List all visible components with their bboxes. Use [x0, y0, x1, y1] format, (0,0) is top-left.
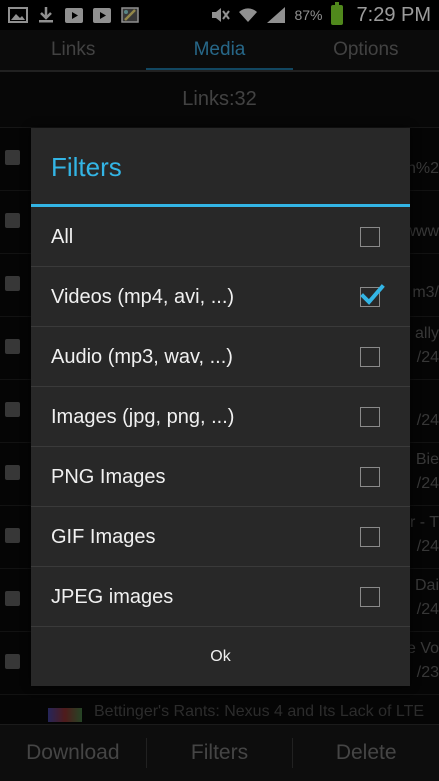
- filter-option-images[interactable]: Images (jpg, png, ...): [31, 387, 410, 447]
- filter-option-png[interactable]: PNG Images: [31, 447, 410, 507]
- filter-checkbox[interactable]: [360, 407, 380, 427]
- filter-checkbox[interactable]: [360, 284, 385, 307]
- filters-dialog: Filters All Videos (mp4, avi, ...) Audio…: [31, 128, 410, 686]
- filter-option-label: Images (jpg, png, ...): [51, 406, 235, 428]
- filter-option-label: Videos (mp4, avi, ...): [51, 286, 235, 308]
- dialog-title: Filters: [51, 151, 122, 182]
- filter-option-gif[interactable]: GIF Images: [31, 507, 410, 567]
- checkmark-icon: [360, 284, 385, 305]
- filter-option-label: PNG Images: [51, 466, 166, 488]
- ok-button[interactable]: Ok: [31, 626, 410, 686]
- filter-option-videos[interactable]: Videos (mp4, avi, ...): [31, 267, 410, 327]
- filter-option-jpeg[interactable]: JPEG images: [31, 567, 410, 627]
- filter-option-all[interactable]: All: [31, 207, 410, 267]
- filter-option-label: All: [51, 226, 74, 248]
- filter-checkbox[interactable]: [360, 467, 380, 487]
- filter-checkbox[interactable]: [360, 587, 380, 607]
- filter-checkbox[interactable]: [360, 527, 380, 547]
- filter-option-label: GIF Images: [51, 526, 156, 548]
- filter-checkbox[interactable]: [360, 227, 380, 247]
- filter-option-label: Audio (mp3, wav, ...): [51, 346, 233, 368]
- filter-option-audio[interactable]: Audio (mp3, wav, ...): [31, 327, 410, 387]
- filter-checkbox[interactable]: [360, 347, 380, 367]
- filter-option-label: JPEG images: [51, 586, 174, 608]
